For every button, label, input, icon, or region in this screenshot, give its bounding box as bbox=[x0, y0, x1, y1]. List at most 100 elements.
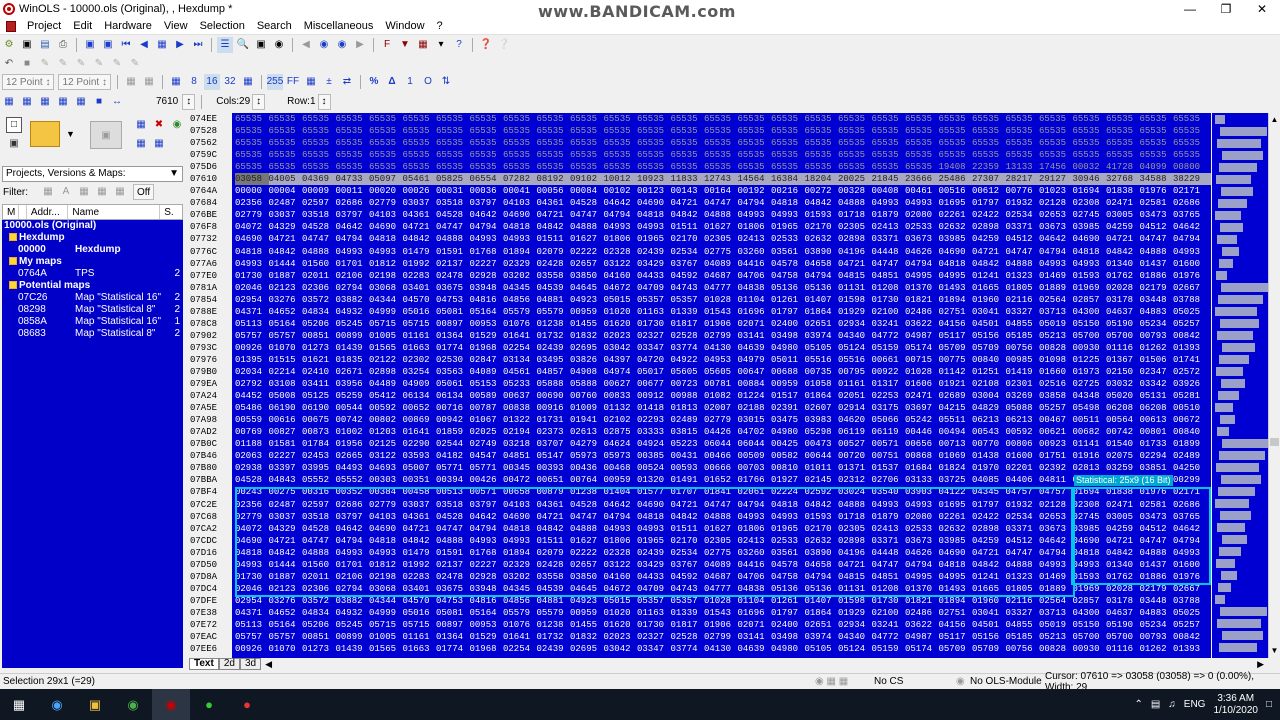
hex-cell[interactable]: 00764 bbox=[570, 474, 604, 486]
hex-row[interactable]: 04993 01444 01560 01701 01812 01992 02137 02227… bbox=[235, 559, 1211, 571]
hex-cell[interactable]: 03518 bbox=[302, 209, 336, 221]
tab-3d[interactable]: 3d bbox=[239, 658, 262, 670]
hex-cell[interactable]: 02775 bbox=[704, 547, 738, 559]
hex-cell[interactable]: 04690 bbox=[503, 209, 537, 221]
hex-cell[interactable]: 02294 bbox=[1140, 450, 1174, 462]
hex-cell[interactable]: 04637 bbox=[1106, 607, 1140, 619]
hex-cell[interactable]: 00751 bbox=[872, 450, 906, 462]
hex-cell[interactable]: 65535 bbox=[805, 149, 839, 161]
hex-row[interactable]: 05757 05757 00851 00899 01005 01161 01364 01529… bbox=[235, 631, 1211, 643]
hex-cell[interactable]: 04642 bbox=[604, 499, 638, 511]
hex-cell[interactable]: 04856 bbox=[503, 595, 537, 607]
hex-cell[interactable]: 04561 bbox=[503, 366, 537, 378]
hex-cell[interactable]: 04843 bbox=[269, 474, 303, 486]
hex-cell[interactable]: 01469 bbox=[1039, 270, 1073, 282]
hex-cell[interactable]: 03673 bbox=[905, 233, 939, 245]
clock[interactable]: 3:36 AM 1/10/2020 bbox=[1213, 693, 1258, 717]
org-icon[interactable]: O bbox=[420, 74, 436, 90]
hex-cell[interactable]: 04995 bbox=[939, 571, 973, 583]
width-spinner[interactable]: ↕ bbox=[182, 93, 196, 110]
hex-cell[interactable]: 03202 bbox=[503, 571, 537, 583]
hex-cell[interactable]: 00770 bbox=[972, 438, 1006, 450]
hex-cell[interactable]: 01887 bbox=[269, 270, 303, 282]
hex-cell[interactable]: 01370 bbox=[905, 282, 939, 294]
hex-cell[interactable]: 01929 bbox=[838, 306, 872, 318]
hex-cell[interactable]: 02528 bbox=[671, 330, 705, 342]
hex-cell[interactable]: 38229 bbox=[1173, 173, 1207, 185]
hex-cell[interactable]: 05298 bbox=[805, 426, 839, 438]
hex-cell[interactable]: 05357 bbox=[671, 294, 705, 306]
hex-cell[interactable]: 02439 bbox=[537, 643, 571, 655]
context-help-icon[interactable]: ❔ bbox=[496, 37, 512, 53]
hex-cell[interactable]: 01098 bbox=[1039, 354, 1073, 366]
hex-cell[interactable]: 00735 bbox=[805, 366, 839, 378]
hex-row[interactable]: 04528 04843 05552 05552 00303 00351 00394 00426… bbox=[235, 474, 1211, 486]
hex-cell[interactable]: 04818 bbox=[637, 511, 671, 523]
hex-cell[interactable]: 04816 bbox=[470, 595, 504, 607]
hex-cell[interactable]: 01695 bbox=[939, 499, 973, 511]
hex-cell[interactable]: 02813 bbox=[1073, 462, 1107, 474]
hex-cell[interactable]: 01404 bbox=[604, 486, 638, 498]
hex-cell[interactable]: 65535 bbox=[1173, 137, 1207, 149]
hex-cell[interactable]: 01323 bbox=[1006, 270, 1040, 282]
hex-cell[interactable]: 04721 bbox=[403, 523, 437, 535]
hex-cell[interactable]: 01076 bbox=[503, 619, 537, 631]
hex-cell[interactable]: 04794 bbox=[805, 270, 839, 282]
hex-cell[interactable]: 04993 bbox=[738, 209, 772, 221]
hex-cell[interactable]: 65535 bbox=[1006, 113, 1040, 125]
hex-cell[interactable]: 00742 bbox=[1106, 426, 1140, 438]
hex-cell[interactable]: 02391 bbox=[771, 402, 805, 414]
hex-cell[interactable]: 00884 bbox=[738, 378, 772, 390]
hex-cell[interactable]: 00923 bbox=[1039, 438, 1073, 450]
hex-cell[interactable]: 01238 bbox=[537, 318, 571, 330]
scroll-left-icon[interactable]: ◀ bbox=[265, 659, 272, 670]
hex-cell[interactable]: 04721 bbox=[537, 511, 571, 523]
hex-cell[interactable]: 65535 bbox=[570, 113, 604, 125]
hex-cell[interactable]: 00806 bbox=[1006, 438, 1040, 450]
hex-cell[interactable]: 65535 bbox=[838, 149, 872, 161]
hex-cell[interactable]: 65535 bbox=[604, 113, 638, 125]
hex-cell[interactable]: 02934 bbox=[838, 619, 872, 631]
hex-cell[interactable]: 02667 bbox=[1173, 583, 1207, 595]
hex-cell[interactable]: 03890 bbox=[805, 547, 839, 559]
edge-icon[interactable]: ◉ bbox=[38, 689, 76, 720]
hex-cell[interactable]: 04993 bbox=[1039, 559, 1073, 571]
hex-cell[interactable]: 04512 bbox=[1140, 221, 1174, 233]
hex-cell[interactable]: 02775 bbox=[704, 246, 738, 258]
hex-cell[interactable]: 04993 bbox=[905, 499, 939, 511]
hex-cell[interactable]: 04300 bbox=[1073, 306, 1107, 318]
hex-cell[interactable]: 65535 bbox=[1006, 137, 1040, 149]
hex-cell[interactable]: 03004 bbox=[972, 390, 1006, 402]
hex-cell[interactable]: 01665 bbox=[972, 282, 1006, 294]
hex-cell[interactable]: 04842 bbox=[1106, 246, 1140, 258]
hex-cell[interactable]: 03108 bbox=[269, 378, 303, 390]
hex-cell[interactable]: 04979 bbox=[738, 354, 772, 366]
hex-cell[interactable]: 04626 bbox=[905, 246, 939, 258]
hex-cell[interactable]: 65535 bbox=[604, 137, 638, 149]
hex-cell[interactable]: 05117 bbox=[939, 631, 973, 643]
hex-cell[interactable]: 03429 bbox=[637, 258, 671, 270]
hex-cell[interactable]: 02471 bbox=[1106, 499, 1140, 511]
bandicam-record-icon[interactable]: ● bbox=[228, 689, 266, 720]
hex-cell[interactable]: 01188 bbox=[235, 438, 269, 450]
hex-cell[interactable]: 02847 bbox=[470, 354, 504, 366]
hex-cell[interactable]: 02328 bbox=[604, 547, 638, 559]
hex-cell[interactable]: 65535 bbox=[872, 137, 906, 149]
hex-cell[interactable]: 04993 bbox=[470, 535, 504, 547]
hex-cell[interactable]: 05973 bbox=[570, 450, 604, 462]
hex-cell[interactable]: 00543 bbox=[972, 426, 1006, 438]
hex-cell[interactable]: 03882 bbox=[336, 595, 370, 607]
hex-cell[interactable]: 02671 bbox=[336, 366, 370, 378]
hex-cell[interactable]: 00985 bbox=[1006, 354, 1040, 366]
hex-cell[interactable]: 04687 bbox=[704, 270, 738, 282]
hex-cell[interactable]: 04130 bbox=[704, 643, 738, 655]
hex-cell[interactable]: 02657 bbox=[570, 559, 604, 571]
hex-cell[interactable]: 02171 bbox=[1173, 185, 1207, 197]
hex-cell[interactable]: 04842 bbox=[671, 511, 705, 523]
hex-cell[interactable]: 00084 bbox=[570, 185, 604, 197]
hex-grid[interactable]: 65535 65535 65535 65535 65535 65535 65535 65535… bbox=[235, 113, 1211, 658]
hex-cell[interactable]: 14564 bbox=[738, 173, 772, 185]
hex-cell[interactable]: 02799 bbox=[704, 631, 738, 643]
hex-cell[interactable]: 05019 bbox=[1039, 318, 1073, 330]
hex-cell[interactable]: 04995 bbox=[939, 270, 973, 282]
